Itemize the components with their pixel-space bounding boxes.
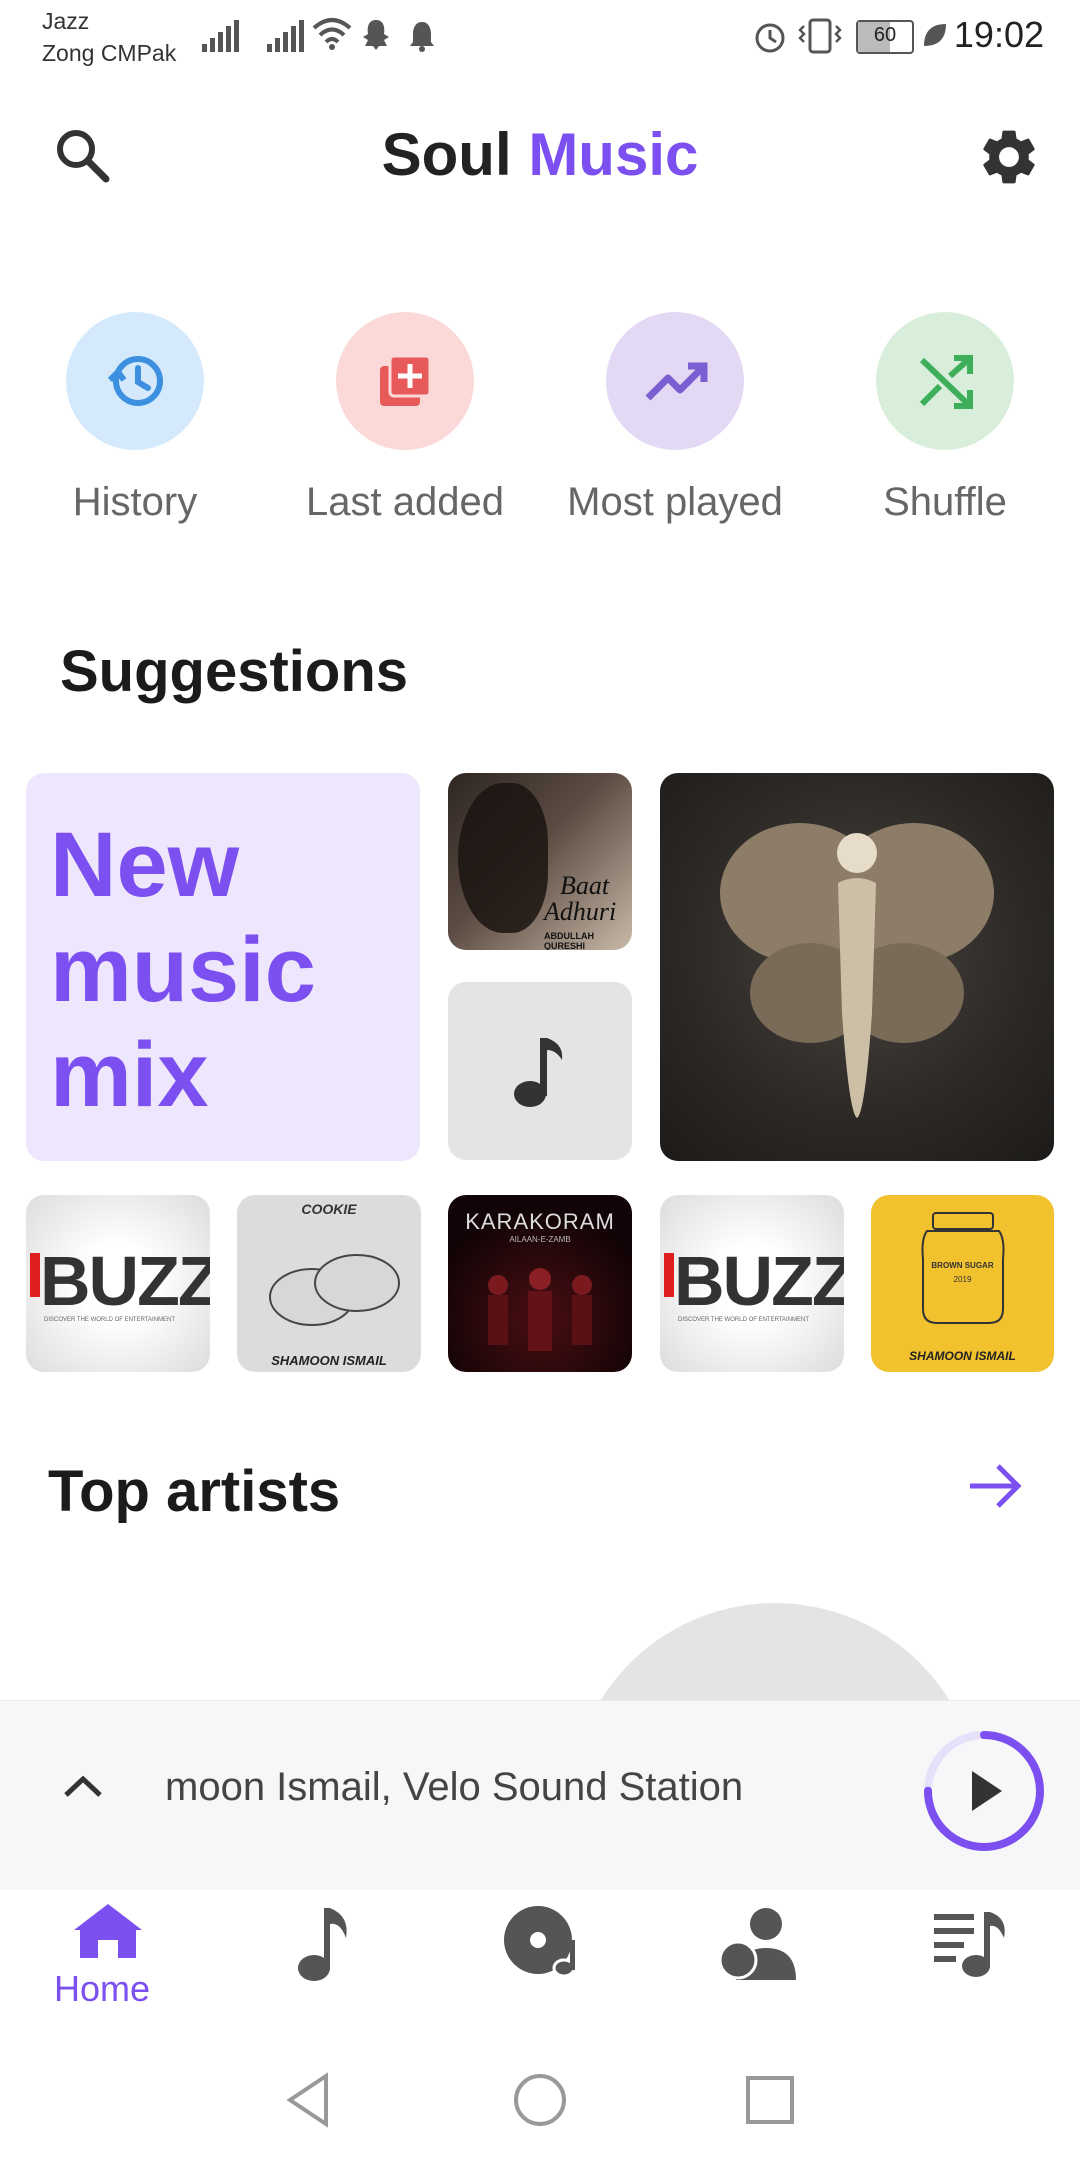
battery-icon: 60 [856, 20, 914, 54]
suggestions-title: Suggestions [60, 639, 409, 704]
last-added-label: Last added [306, 480, 504, 524]
mini-player[interactable]: moon Ismail, Velo Sound Station [0, 1700, 1080, 1891]
mix-line-1: New [50, 814, 240, 916]
signal-icon [202, 20, 239, 52]
signal-icon-2 [267, 20, 304, 52]
chevron-up-icon[interactable] [62, 1771, 104, 1801]
shuffle-button[interactable] [876, 312, 1014, 450]
status-time: 19:02 [953, 14, 1044, 55]
now-playing-text: moon Ismail, Velo Sound Station [165, 1765, 744, 1809]
snapchat-icon [363, 20, 389, 50]
home-circle-icon[interactable] [512, 2072, 568, 2128]
album-buzz-1[interactable]: BUZZ DISCOVER THE WORLD OF ENTERTAINMENT [26, 1195, 210, 1372]
trending-up-icon [645, 362, 708, 401]
recents-icon[interactable] [744, 2074, 796, 2126]
wifi-icon [312, 18, 352, 50]
most-played-button[interactable] [606, 312, 744, 450]
play-progress-ring[interactable] [920, 1727, 1048, 1855]
history-circle [66, 312, 204, 450]
mix-line-3: mix [50, 1024, 209, 1126]
app-title: Soul Music [0, 120, 1080, 189]
buzz-logo-text: BUZZ [40, 1242, 210, 1320]
cookie-title: COOKIE [301, 1201, 357, 1217]
new-music-mix-card[interactable]: New music mix [26, 773, 420, 1161]
history-button[interactable] [66, 312, 204, 450]
arrow-right-icon[interactable] [966, 1460, 1026, 1512]
bottom-navigation: Home [0, 1890, 1080, 2020]
system-navigation-bar [0, 2040, 1080, 2160]
cookies-illustration [269, 1254, 400, 1326]
butterfly-figure-art [720, 823, 994, 1118]
brown-sugar-artist: SHAMOON ISMAIL [909, 1349, 1016, 1363]
playlists-icon[interactable] [932, 1904, 1012, 1984]
album-title-line2: Adhuri [544, 897, 617, 926]
carrier-1: Jazz [42, 8, 90, 34]
artists-icon[interactable] [718, 1904, 798, 1984]
leaf-icon [924, 24, 946, 46]
nav-home-label: Home [54, 1968, 151, 2009]
vibrate-icon [798, 18, 842, 54]
home-icon [74, 1904, 142, 1958]
carrier-2: Zong CMPak [42, 40, 177, 66]
nav-home[interactable]: Home [50, 1890, 166, 2010]
karakoram-title: KARAKORAM [465, 1209, 615, 1234]
album-karakoram[interactable]: KARAKORAM AILAAN-E-ZAMB [448, 1195, 632, 1372]
cookie-artist: SHAMOON ISMAIL [271, 1353, 387, 1368]
music-note-icon [514, 1038, 563, 1107]
albums-icon[interactable] [502, 1904, 582, 1984]
most-played-circle [606, 312, 744, 450]
cover-art-figure [458, 783, 548, 933]
karakoram-subtitle: AILAAN-E-ZAMB [509, 1235, 571, 1244]
album-buzz-2[interactable]: BUZZ DISCOVER THE WORLD OF ENTERTAINMENT [660, 1195, 844, 1372]
buzz-tagline: DISCOVER THE WORLD OF ENTERTAINMENT [44, 1317, 176, 1323]
battery-level: 60 [873, 24, 897, 46]
shuffle-circle [876, 312, 1014, 450]
album-artist: ABDULLAH QURESHI [544, 931, 594, 950]
band-silhouettes [488, 1268, 592, 1351]
app-title-part2: Music [528, 121, 699, 188]
history-icon [107, 356, 163, 406]
album-baat-adhuri[interactable]: Baat Adhuri ABDULLAH QURESHI [448, 773, 632, 950]
app-title-part1: Soul [381, 121, 512, 188]
history-label: History [72, 480, 198, 524]
last-added-button[interactable] [336, 312, 474, 450]
gear-icon[interactable] [976, 124, 1042, 190]
buzz-accent [30, 1253, 40, 1297]
library-add-icon [380, 354, 432, 406]
last-added-circle [336, 312, 474, 450]
mix-line-2: music [50, 919, 316, 1021]
album-brown-sugar[interactable]: BROWN SUGAR 2019 SHAMOON ISMAIL [871, 1195, 1054, 1372]
album-placeholder[interactable] [448, 982, 632, 1160]
notification-bell-icon [410, 22, 434, 52]
jar-label: BROWN SUGAR [931, 1261, 994, 1270]
songs-icon[interactable] [294, 1904, 354, 1984]
buzz-accent-2 [664, 1253, 674, 1297]
buzz-logo-text-2: BUZZ [674, 1242, 844, 1320]
shuffle-label: Shuffle [883, 480, 1007, 524]
buzz-tagline-2: DISCOVER THE WORLD OF ENTERTAINMENT [678, 1317, 810, 1323]
most-played-label: Most played [567, 480, 783, 524]
album-butterfly-cover[interactable] [660, 773, 1054, 1161]
jar-year: 2019 [953, 1275, 972, 1284]
status-bar: Jazz Zong CMPak 60 19:02 [0, 0, 1080, 70]
back-icon[interactable] [284, 2072, 332, 2128]
alarm-icon [755, 23, 785, 53]
play-icon [972, 1771, 1002, 1811]
top-artists-title: Top artists [48, 1459, 341, 1524]
album-cookie[interactable]: COOKIE SHAMOON ISMAIL [237, 1195, 421, 1372]
shuffle-icon [919, 355, 973, 409]
